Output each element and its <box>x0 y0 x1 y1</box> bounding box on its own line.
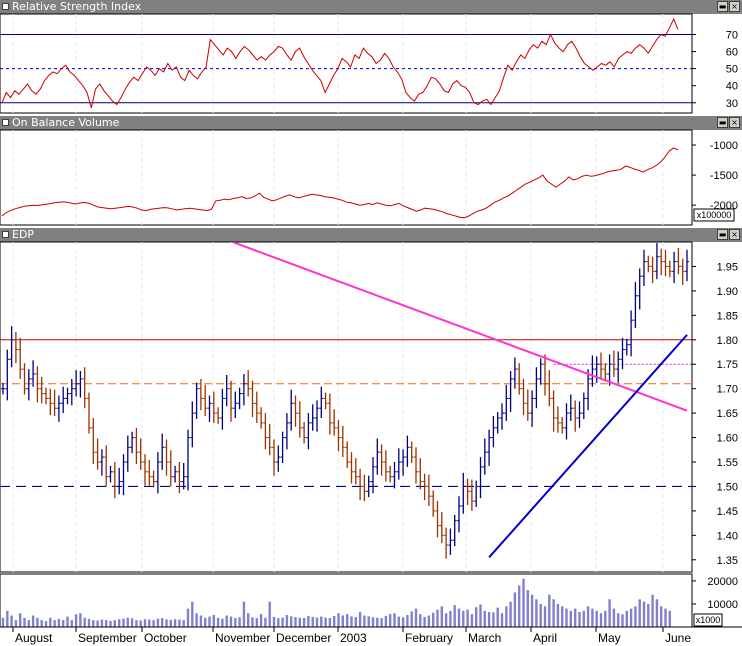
x-tick-label: May <box>598 631 621 645</box>
rsi-tick-label: 40 <box>726 81 738 93</box>
price-tick-label: 1.35 <box>717 555 738 567</box>
x-tick-label: 2003 <box>340 631 367 645</box>
obv-tick-label: -1000 <box>710 140 738 152</box>
rsi-tick-label: 70 <box>726 29 738 41</box>
price-tick-label: 1.75 <box>717 359 738 371</box>
x-tick-label: September <box>78 631 137 645</box>
obv-unit-label: x100000 <box>697 210 732 220</box>
rsi-tick-label: 30 <box>726 98 738 110</box>
x-tick-label: February <box>405 631 453 645</box>
stock-chart[interactable]: 3040506070-2000-1500-1000x1000001.351.40… <box>0 0 742 646</box>
volume-tick-label: 20000 <box>707 576 738 588</box>
obv-plot-area <box>0 129 693 226</box>
price-tick-label: 1.90 <box>717 286 738 298</box>
volume-tick-label: 10000 <box>707 599 738 611</box>
price-tick-label: 1.65 <box>717 408 738 420</box>
price-tick-label: 1.55 <box>717 457 738 469</box>
x-tick-label: March <box>468 631 501 645</box>
rsi-plot-area <box>0 13 693 114</box>
price-tick-label: 1.80 <box>717 335 738 347</box>
rsi-tick-label: 60 <box>726 47 738 59</box>
volume-unit-label: x1000 <box>696 615 721 625</box>
rsi-tick-label: 50 <box>726 64 738 76</box>
price-tick-label: 1.50 <box>717 481 738 493</box>
x-tick-label: April <box>533 631 557 645</box>
x-tick-label: December <box>276 631 331 645</box>
price-tick-label: 1.60 <box>717 433 738 445</box>
price-tick-label: 1.95 <box>717 261 738 273</box>
obv-tick-label: -1500 <box>710 170 738 182</box>
x-tick-label: August <box>15 631 53 645</box>
x-tick-label: June <box>665 631 691 645</box>
price-tick-label: 1.40 <box>717 530 738 542</box>
x-tick-label: October <box>144 631 187 645</box>
price-tick-label: 1.45 <box>717 506 738 518</box>
price-tick-label: 1.70 <box>717 384 738 396</box>
x-tick-label: November <box>215 631 270 645</box>
price-tick-label: 1.85 <box>717 310 738 322</box>
